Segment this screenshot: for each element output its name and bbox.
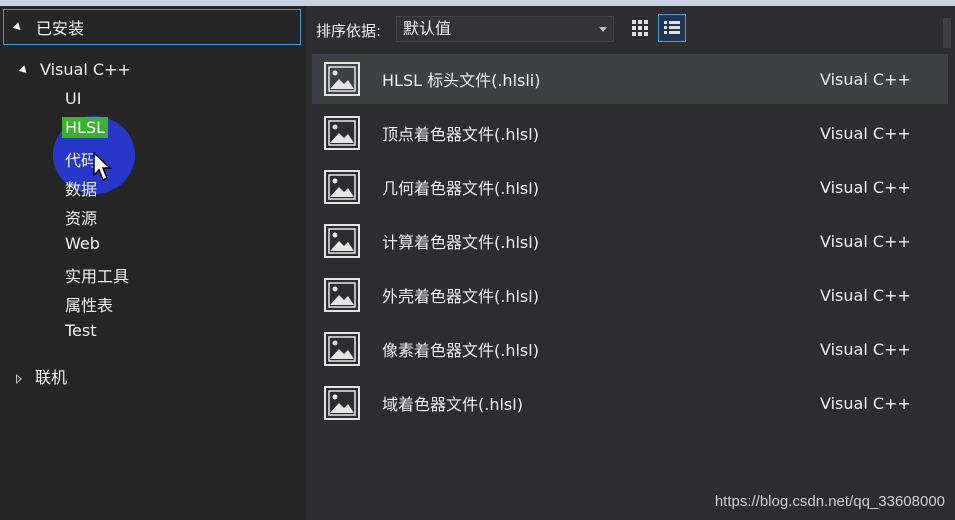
template-type: Visual C++: [820, 285, 911, 305]
grid-view-button[interactable]: [626, 14, 654, 42]
tree-item-test[interactable]: Test: [65, 321, 97, 340]
collapsed-arrow-icon: [16, 373, 23, 384]
collapse-triangle-icon: [12, 21, 24, 33]
template-name: 域着色器文件(.hlsl): [382, 395, 523, 414]
tree-item-label: Test: [65, 321, 97, 340]
image-file-icon: [324, 224, 360, 258]
list-item[interactable]: 几何着色器文件(.hlsl) Visual C++: [312, 162, 948, 212]
tree-item-web[interactable]: Web: [65, 234, 100, 253]
template-type: Visual C++: [820, 69, 911, 89]
tree-item-label: Web: [65, 234, 100, 253]
scrollbar[interactable]: [943, 18, 951, 48]
template-list-panel: 排序依据: 默认值 HLSL 标头文件(.hlsli) Visual C++ 顶…: [306, 6, 955, 520]
tree-item-hlsl[interactable]: HLSL: [62, 117, 109, 138]
tree-item-visual-cpp[interactable]: Visual C++: [18, 60, 131, 79]
tree-item-label: 数据: [65, 180, 98, 199]
template-name: 外壳着色器文件(.hlsl): [382, 287, 539, 306]
tree-item-ui[interactable]: UI: [65, 89, 81, 108]
template-name: 计算着色器文件(.hlsl): [382, 233, 539, 252]
sort-label: 排序依据:: [316, 22, 382, 40]
chevron-down-icon: [599, 27, 607, 32]
image-file-icon: [324, 278, 360, 312]
installed-label: 已安装: [36, 19, 85, 38]
tree-item-resource[interactable]: 资源: [65, 205, 97, 229]
sort-dropdown[interactable]: 默认值: [396, 16, 614, 42]
tree-item-online[interactable]: 联机: [16, 364, 67, 388]
tree-item-label: 联机: [35, 368, 68, 387]
tree-item-label: UI: [65, 89, 82, 108]
image-file-icon: [324, 386, 360, 420]
tree-item-label: 资源: [65, 209, 98, 228]
list-view-icon: [664, 21, 680, 34]
list-item[interactable]: 顶点着色器文件(.hlsl) Visual C++: [312, 108, 948, 158]
list-item[interactable]: 计算着色器文件(.hlsl) Visual C++: [312, 216, 948, 266]
left-tree-panel: 已安装 Visual C++ UI HLSL 代码 数据 资源 Web 实用工具…: [0, 6, 306, 520]
grid-view-icon: [632, 20, 648, 36]
list-item[interactable]: 外壳着色器文件(.hlsl) Visual C++: [312, 270, 948, 320]
tree-item-label: HLSL: [62, 117, 109, 138]
template-name: 顶点着色器文件(.hlsl): [382, 125, 539, 144]
tree-item-property-sheet[interactable]: 属性表: [65, 292, 113, 316]
list-view-button[interactable]: [658, 14, 686, 42]
image-file-icon: [324, 62, 360, 96]
image-file-icon: [324, 332, 360, 366]
tree-item-utility[interactable]: 实用工具: [65, 263, 129, 287]
template-name: 像素着色器文件(.hlsl): [382, 341, 539, 360]
tree-item-label: 实用工具: [65, 267, 130, 286]
template-type: Visual C++: [820, 123, 911, 143]
watermark-text: https://blog.csdn.net/qq_33608000: [714, 493, 945, 510]
mouse-pointer-icon: [93, 152, 112, 182]
sort-dropdown-value: 默认值: [403, 19, 452, 38]
installed-header[interactable]: 已安装: [3, 9, 301, 45]
sort-toolbar: 排序依据: 默认值: [306, 14, 955, 44]
list-item[interactable]: HLSL 标头文件(.hlsli) Visual C++: [312, 54, 948, 104]
template-type: Visual C++: [820, 177, 911, 197]
template-type: Visual C++: [820, 393, 911, 413]
expanded-arrow-icon: [18, 65, 30, 76]
tree-item-label: Visual C++: [40, 60, 131, 79]
list-item[interactable]: 像素着色器文件(.hlsl) Visual C++: [312, 324, 948, 374]
template-name: HLSL 标头文件(.hlsli): [382, 71, 541, 90]
list-item[interactable]: 域着色器文件(.hlsl) Visual C++: [312, 378, 948, 428]
tree-item-label: 属性表: [65, 296, 114, 315]
template-type: Visual C++: [820, 231, 911, 251]
template-name: 几何着色器文件(.hlsl): [382, 179, 539, 198]
image-file-icon: [324, 170, 360, 204]
image-file-icon: [324, 116, 360, 150]
template-type: Visual C++: [820, 339, 911, 359]
